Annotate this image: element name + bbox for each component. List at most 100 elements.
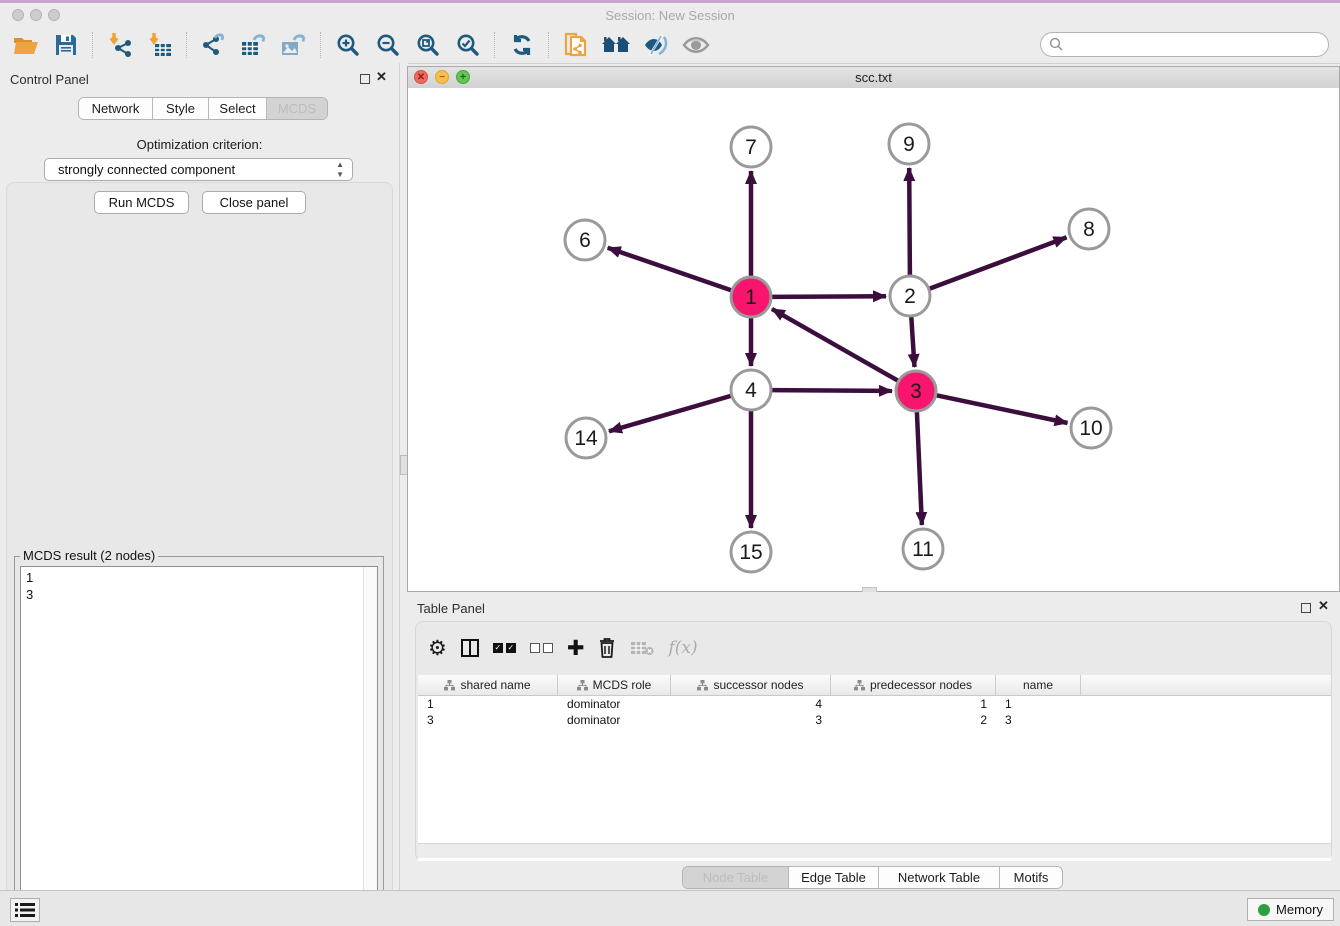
- tab-style[interactable]: Style: [152, 98, 208, 119]
- tab-network-table[interactable]: Network Table: [878, 867, 999, 888]
- refresh-icon: [510, 33, 534, 57]
- table-cell[interactable]: 1: [996, 697, 1081, 711]
- node-label: 14: [574, 427, 598, 450]
- task-history-button[interactable]: [10, 898, 40, 922]
- graph-node-8[interactable]: 8: [1069, 209, 1109, 249]
- show-columns-button[interactable]: [461, 635, 479, 661]
- edge-1-6[interactable]: [608, 248, 731, 290]
- table-panel-tabs: Node TableEdge TableNetwork TableMotifs: [682, 866, 1063, 889]
- refresh-layout-button[interactable]: [505, 30, 539, 60]
- table-body: 1dominator4113dominator323: [418, 696, 1331, 728]
- graph-node-4[interactable]: 4: [731, 370, 771, 410]
- graph-node-9[interactable]: 9: [889, 124, 929, 164]
- table-row[interactable]: 3dominator323: [418, 712, 1331, 728]
- zoom-out-icon: [376, 33, 400, 57]
- tab-network[interactable]: Network: [79, 98, 152, 119]
- titlebar: Session: New Session: [0, 3, 1340, 27]
- zoom-out-button[interactable]: [371, 30, 405, 60]
- table-cell[interactable]: 1: [831, 697, 996, 711]
- import-network-button[interactable]: [103, 30, 137, 60]
- import-table-button[interactable]: [143, 30, 177, 60]
- edge-2-8[interactable]: [930, 237, 1067, 288]
- table-cell[interactable]: 2: [831, 713, 996, 727]
- graph-node-14[interactable]: 14: [566, 418, 606, 458]
- export-image-button[interactable]: [277, 30, 311, 60]
- graph-node-7[interactable]: 7: [731, 127, 771, 167]
- table-cell[interactable]: 1: [418, 697, 558, 711]
- edge-3-1[interactable]: [772, 309, 898, 381]
- close-panel-icon[interactable]: ✕: [376, 69, 387, 85]
- tab-motifs[interactable]: Motifs: [999, 867, 1062, 888]
- save-floppy-icon: [55, 34, 77, 56]
- column-header-shared-name[interactable]: shared name: [418, 675, 558, 695]
- float-table-panel-icon[interactable]: [1301, 603, 1311, 613]
- table-cell[interactable]: dominator: [558, 713, 671, 727]
- table-horizontal-scrollbar[interactable]: [418, 843, 1331, 858]
- memory-button[interactable]: Memory: [1247, 898, 1334, 921]
- graphics-details-button[interactable]: [639, 30, 673, 60]
- graph-node-10[interactable]: 10: [1071, 408, 1111, 448]
- edge-1-2[interactable]: [772, 296, 886, 297]
- export-image-icon: [280, 32, 308, 58]
- eye-button[interactable]: [679, 30, 713, 60]
- network-window-titlebar[interactable]: ✕ − + scc.txt: [408, 67, 1339, 89]
- graph-node-11[interactable]: 11: [903, 529, 943, 569]
- zoom-in-button[interactable]: [331, 30, 365, 60]
- close-panel-button[interactable]: Close panel: [202, 191, 306, 214]
- clone-network-button[interactable]: [559, 30, 593, 60]
- table-cell[interactable]: 3: [671, 713, 831, 727]
- deselect-all-button[interactable]: [530, 635, 553, 661]
- graph-node-3[interactable]: 3: [896, 371, 936, 411]
- column-header-predecessor-nodes[interactable]: predecessor nodes: [831, 675, 996, 695]
- tab-mcds[interactable]: MCDS: [266, 98, 327, 119]
- delete-row-button[interactable]: [598, 635, 616, 661]
- import-network-icon: [107, 32, 133, 58]
- column-header-successor-nodes[interactable]: successor nodes: [671, 675, 831, 695]
- node-table[interactable]: shared nameMCDS rolesuccessor nodes prede…: [418, 675, 1331, 861]
- save-session-button[interactable]: [49, 30, 83, 60]
- node-label: 8: [1083, 218, 1095, 241]
- tab-node-table[interactable]: Node Table: [683, 867, 788, 888]
- run-mcds-button[interactable]: Run MCDS: [94, 191, 189, 214]
- add-column-button[interactable]: ✚: [567, 635, 585, 661]
- table-cell[interactable]: 3: [996, 713, 1081, 727]
- table-row[interactable]: 1dominator411: [418, 696, 1331, 712]
- graph-node-1[interactable]: 1: [731, 277, 771, 317]
- float-panel-icon[interactable]: [360, 74, 370, 84]
- table-cell[interactable]: 3: [418, 713, 558, 727]
- home-button[interactable]: [599, 30, 633, 60]
- graph-node-2[interactable]: 2: [890, 276, 930, 316]
- column-header-MCDS-role[interactable]: MCDS role: [558, 675, 671, 695]
- close-table-panel-icon[interactable]: ✕: [1318, 598, 1329, 614]
- select-all-button[interactable]: ✓✓: [493, 635, 516, 661]
- result-scrollbar[interactable]: [363, 567, 377, 926]
- graph-node-6[interactable]: 6: [565, 220, 605, 260]
- control-panel-title: Control Panel: [10, 72, 89, 87]
- network-canvas[interactable]: 7 9 6 8 1 2 4 3 14 10 15 11: [408, 88, 1339, 591]
- export-network-icon: [201, 32, 227, 58]
- tab-select[interactable]: Select: [208, 98, 266, 119]
- open-session-button[interactable]: [9, 30, 43, 60]
- edge-3-11[interactable]: [917, 412, 922, 525]
- network-graph[interactable]: 7 9 6 8 1 2 4 3 14 10 15 11: [408, 88, 1339, 591]
- edge-2-3[interactable]: [911, 317, 914, 367]
- column-header-label: predecessor nodes: [870, 678, 972, 692]
- edge-3-10[interactable]: [937, 395, 1068, 423]
- criterion-dropdown[interactable]: strongly connected component ▲▼: [44, 158, 353, 181]
- fx-icon: f(x): [668, 638, 697, 658]
- edge-2-9[interactable]: [909, 168, 910, 275]
- export-table-button[interactable]: [237, 30, 271, 60]
- search-input[interactable]: [1040, 32, 1329, 57]
- table-cell[interactable]: dominator: [558, 697, 671, 711]
- export-network-button[interactable]: [197, 30, 231, 60]
- table-settings-button[interactable]: ⚙: [428, 635, 447, 661]
- table-cell[interactable]: 4: [671, 697, 831, 711]
- tab-edge-table[interactable]: Edge Table: [788, 867, 878, 888]
- edge-4-3[interactable]: [772, 390, 892, 391]
- node-label: 3: [910, 380, 922, 403]
- column-header-name[interactable]: name: [996, 675, 1081, 695]
- zoom-fit-button[interactable]: [411, 30, 445, 60]
- edge-4-14[interactable]: [609, 396, 731, 431]
- zoom-selected-button[interactable]: [451, 30, 485, 60]
- graph-node-15[interactable]: 15: [731, 532, 771, 572]
